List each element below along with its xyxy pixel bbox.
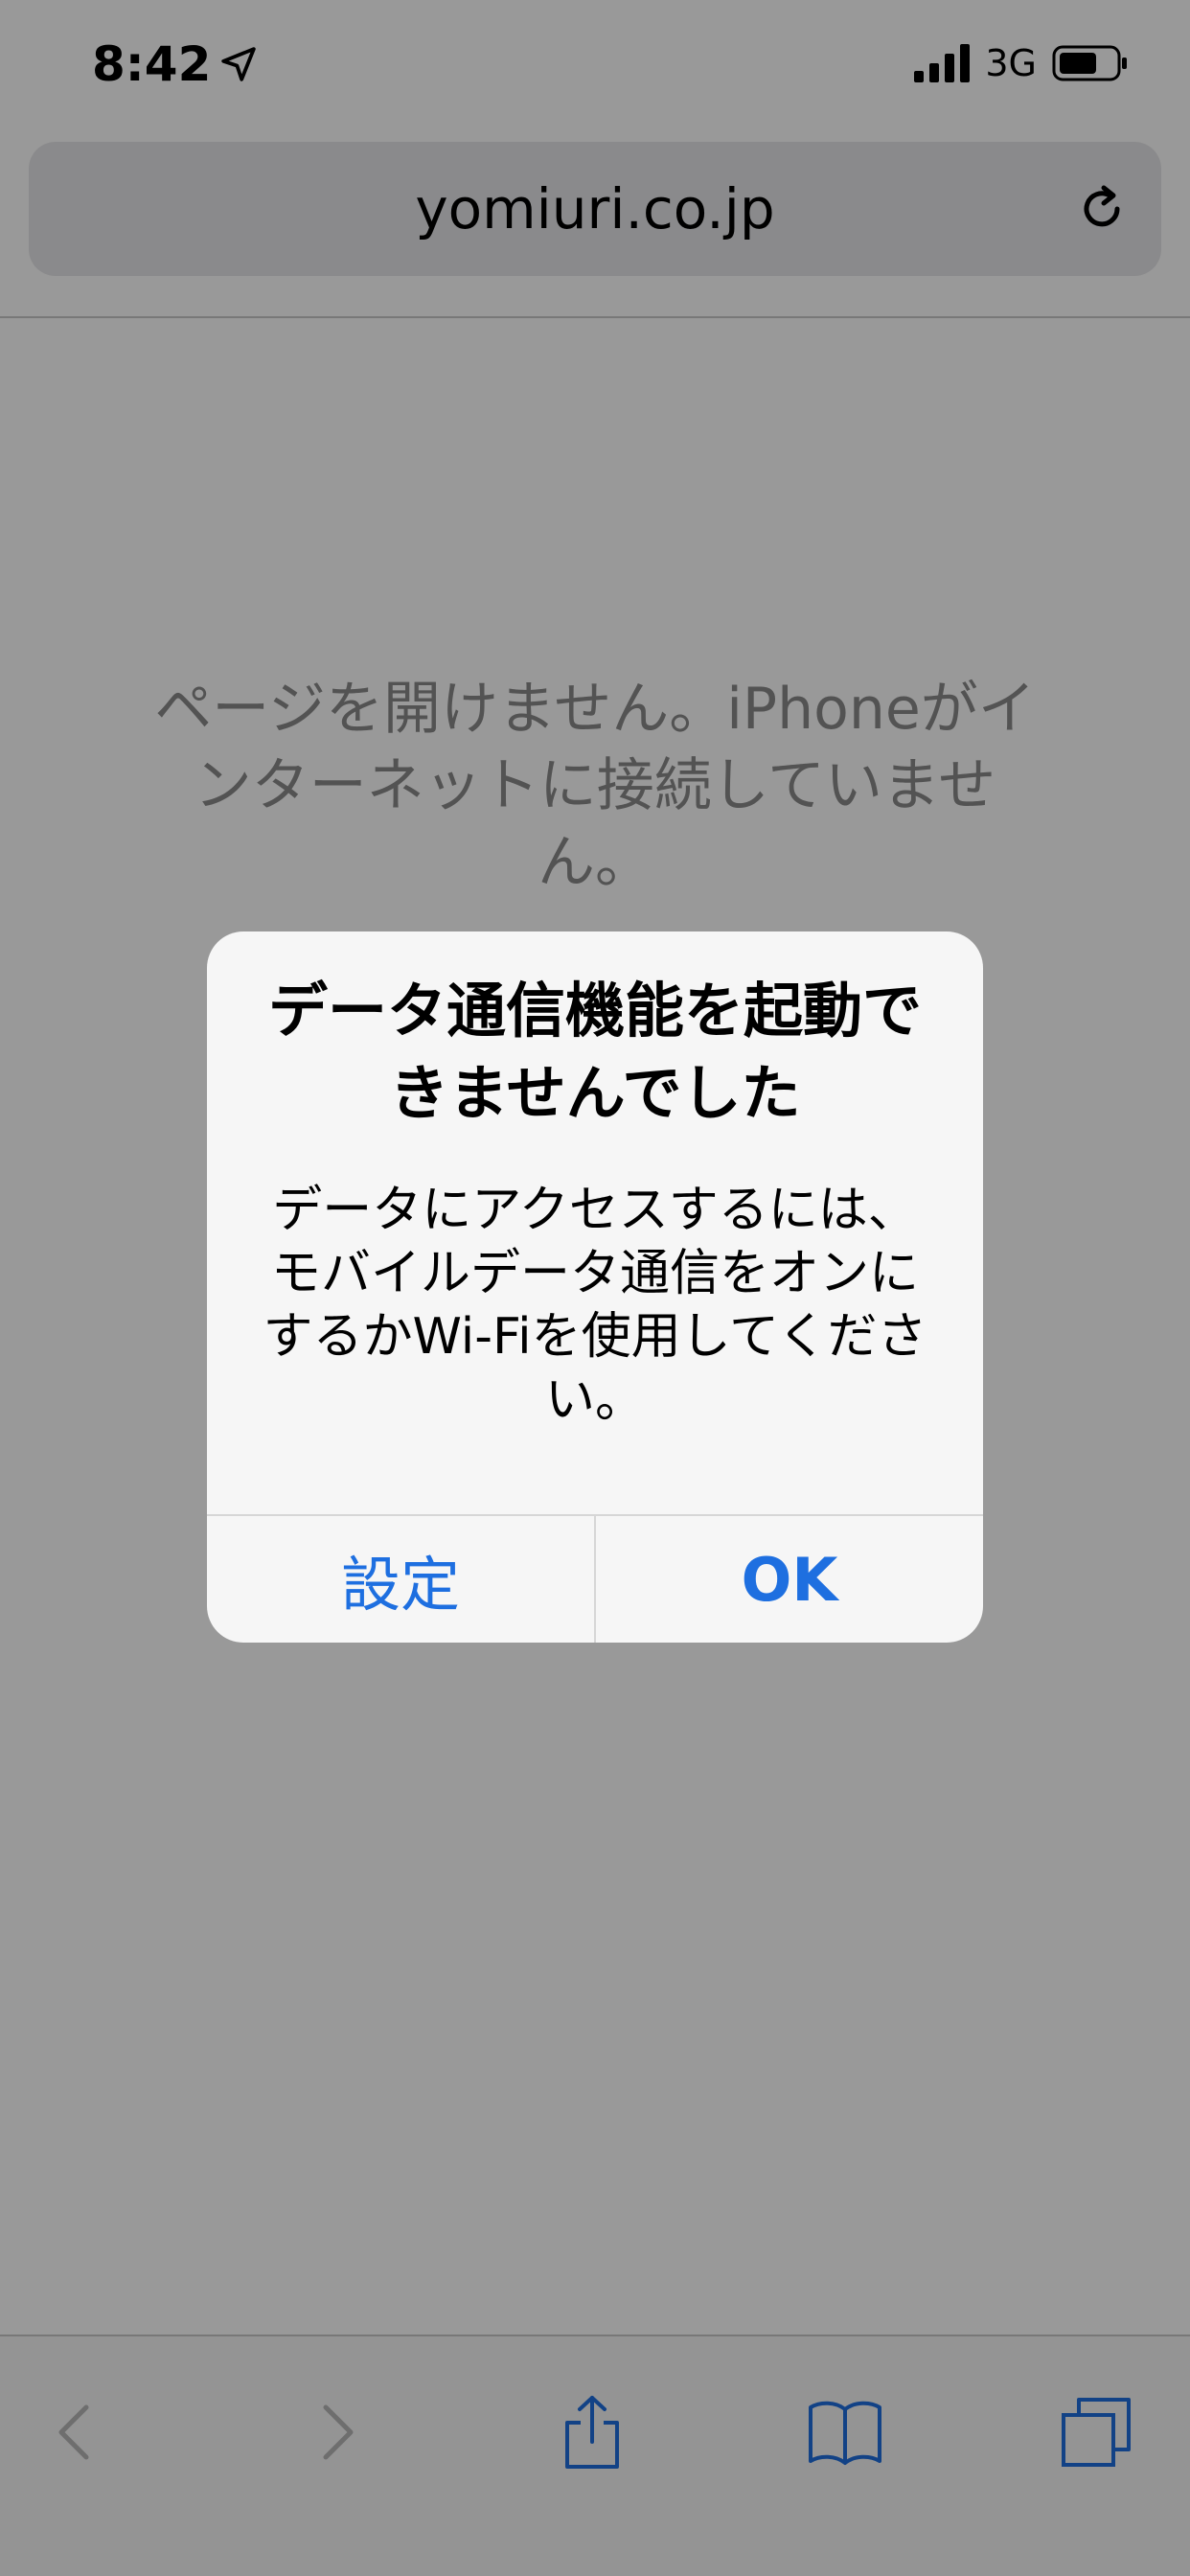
ok-button[interactable]: OK [596,1516,983,1643]
settings-button[interactable]: 設定 [207,1516,594,1643]
alert-dialog: データ通信機能を起動できませんでした データにアクセスするには、モバイルデータ通… [207,932,983,1643]
alert-title: データ通信機能を起動できませんでした [267,976,922,1128]
alert-message: データにアクセスするには、モバイルデータ通信をオンにするかWi-Fiを使用してく… [263,1182,927,1429]
